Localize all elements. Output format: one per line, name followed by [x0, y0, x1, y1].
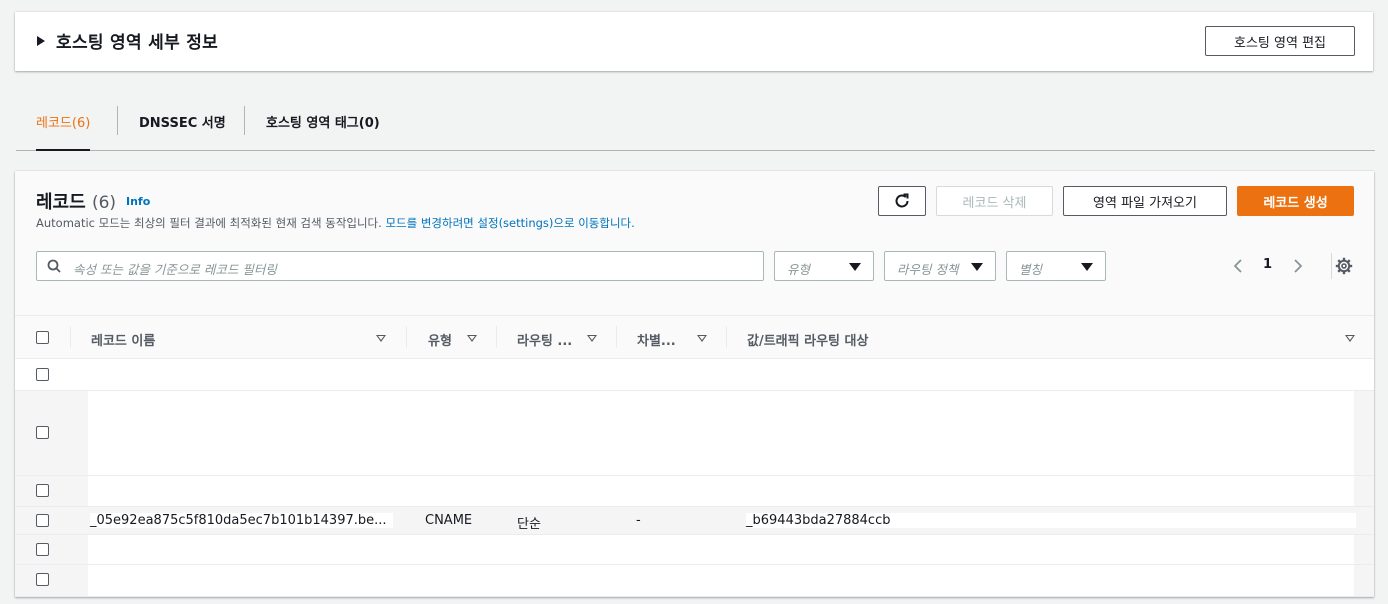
table-row[interactable]: [15, 565, 1374, 597]
pagination-divider: [1331, 253, 1332, 279]
records-header: 레코드 (6) Info Automatic 모드는 최상의 필터 결과에 최적…: [15, 171, 1374, 316]
row-checkbox[interactable]: [36, 573, 49, 586]
column-header-value[interactable]: 값/트래픽 라우팅 대상: [747, 330, 868, 349]
tab-divider: [244, 106, 245, 135]
records-container: 레코드 (6) Info Automatic 모드는 최상의 필터 결과에 최적…: [15, 171, 1374, 597]
import-zone-file-button[interactable]: 영역 파일 가져오기: [1063, 186, 1227, 216]
refresh-button[interactable]: [878, 186, 926, 216]
page-number[interactable]: 1: [1263, 257, 1272, 272]
routing-filter-label: 라우팅 정책: [897, 262, 959, 277]
row-checkbox[interactable]: [36, 484, 49, 497]
alias-filter-select[interactable]: 별칭: [1006, 251, 1106, 281]
search-icon: [47, 259, 61, 273]
table-row[interactable]: [15, 476, 1374, 507]
column-divider: [406, 326, 407, 348]
caret-down-icon: [971, 263, 983, 271]
sort-icon[interactable]: [587, 335, 597, 342]
table-row[interactable]: [15, 360, 1374, 391]
caret-down-icon: [1081, 263, 1093, 271]
redacted-row-content: [88, 535, 1354, 564]
column-divider: [70, 326, 71, 348]
records-title: 레코드 (6): [36, 188, 116, 214]
record-name-cell[interactable]: _05e92ea875c5f810da5ec7b101b14397.be...: [90, 513, 393, 528]
row-checkbox[interactable]: [36, 368, 49, 381]
type-filter-select[interactable]: 유형: [774, 251, 874, 281]
sort-icon[interactable]: [467, 335, 477, 342]
create-record-button[interactable]: 레코드 생성: [1237, 186, 1354, 216]
table-row[interactable]: [15, 391, 1374, 476]
chevron-right-icon[interactable]: [1293, 259, 1303, 273]
redacted-row-content: [88, 360, 1354, 390]
tab-hosted-zone-tags[interactable]: 호스팅 영역 태그(0): [266, 92, 380, 150]
column-header-routing[interactable]: 라우팅 ...: [517, 330, 572, 349]
type-filter-label: 유형: [787, 262, 811, 277]
redacted-row-content: [88, 565, 1354, 596]
tab-divider: [117, 106, 118, 135]
description-text: Automatic 모드는 최상의 필터 결과에 최적화된 현재 검색 동작입니…: [36, 216, 382, 230]
differentiator-cell: -: [636, 513, 641, 528]
value-cell: _b69443bda27884ccb: [746, 513, 1356, 528]
settings-link[interactable]: 모드를 변경하려면 설정(settings)으로 이동합니다.: [385, 216, 634, 230]
tab-records[interactable]: 레코드(6): [36, 92, 91, 151]
row-checkbox[interactable]: [36, 426, 49, 439]
caret-down-icon: [849, 263, 861, 271]
column-divider: [616, 326, 617, 348]
table-header: 레코드 이름 유형 라우팅 ... 차별... 값/트래픽 라우팅 대상: [15, 316, 1374, 359]
redacted-row-content: [88, 476, 1354, 506]
column-header-record-name[interactable]: 레코드 이름: [91, 330, 155, 349]
alias-filter-label: 별칭: [1019, 262, 1043, 277]
chevron-left-icon[interactable]: [1233, 259, 1243, 273]
column-header-type[interactable]: 유형: [428, 330, 452, 349]
sort-icon[interactable]: [697, 335, 707, 342]
refresh-icon: [895, 193, 909, 208]
records-title-text: 레코드: [36, 192, 86, 213]
table-row[interactable]: _05e92ea875c5f810da5ec7b101b14397.be... …: [15, 507, 1374, 535]
column-divider: [496, 326, 497, 348]
column-divider: [726, 326, 727, 348]
sort-icon[interactable]: [1345, 335, 1355, 342]
routing-policy-cell: 단순: [517, 517, 541, 532]
column-header-differentiator[interactable]: 차별...: [637, 330, 676, 349]
expand-caret-icon[interactable]: [37, 36, 45, 46]
hosted-zone-details-title[interactable]: 호스팅 영역 세부 정보: [56, 28, 218, 53]
table-row[interactable]: [15, 535, 1374, 565]
records-count: (6): [91, 193, 117, 213]
info-link[interactable]: Info: [126, 195, 150, 208]
delete-record-button[interactable]: 레코드 삭제: [936, 186, 1053, 216]
edit-hosted-zone-button[interactable]: 호스팅 영역 편집: [1205, 26, 1355, 56]
search-input[interactable]: 속성 또는 값을 기준으로 레코드 필터링: [36, 251, 764, 281]
record-type-cell: CNAME: [425, 513, 473, 528]
sort-icon[interactable]: [376, 335, 386, 342]
tab-bar: 레코드(6) DNSSEC 서명 호스팅 영역 태그(0): [16, 92, 1375, 151]
hosted-zone-details-panel: 호스팅 영역 세부 정보 호스팅 영역 편집: [15, 12, 1373, 71]
gear-icon[interactable]: [1335, 257, 1353, 275]
search-placeholder: 속성 또는 값을 기준으로 레코드 필터링: [73, 262, 277, 277]
select-all-checkbox[interactable]: [36, 331, 49, 344]
tab-dnssec[interactable]: DNSSEC 서명: [139, 92, 226, 150]
row-checkbox[interactable]: [36, 543, 49, 556]
search-mode-description: Automatic 모드는 최상의 필터 결과에 최적화된 현재 검색 동작입니…: [36, 215, 635, 231]
row-checkbox[interactable]: [36, 514, 49, 527]
routing-policy-filter-select[interactable]: 라우팅 정책: [884, 251, 996, 281]
redacted-row-content: [88, 391, 1354, 475]
